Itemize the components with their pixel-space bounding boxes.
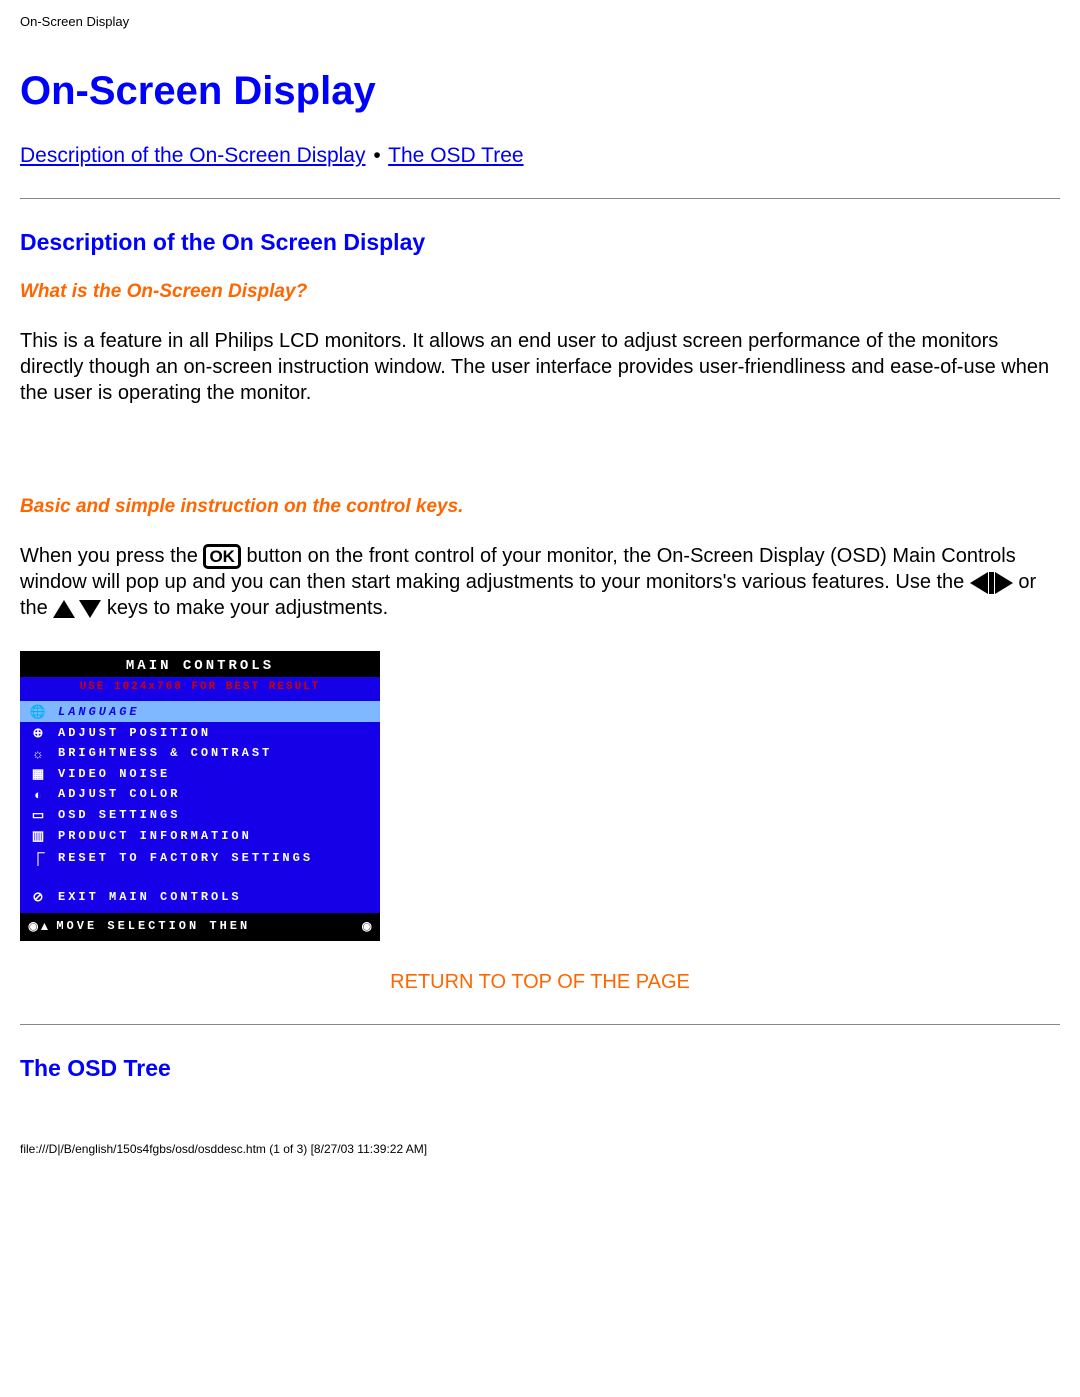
osd-menu-item: ▦VIDEO NOISE — [20, 763, 380, 784]
osd-footer-end-icon: ◉ — [362, 919, 372, 933]
page-title: On-Screen Display — [20, 69, 1060, 114]
section-osd-tree-heading: The OSD Tree — [20, 1055, 1060, 1082]
osd-menu-item: ⊕ADJUST POSITION — [20, 722, 380, 743]
left-right-arrows-icon — [970, 572, 1013, 594]
osd-footer: ◉▲ MOVE SELECTION THEN ◉ — [20, 913, 380, 939]
osd-item-icon: ☼ — [28, 746, 48, 761]
osd-item-label: ADJUST COLOR — [48, 787, 180, 801]
return-to-top-link[interactable]: RETURN TO TOP OF THE PAGE — [390, 971, 690, 993]
header-small-title: On-Screen Display — [20, 14, 1060, 29]
osd-resolution-hint: USE 1024x768 FOR BEST RESULT — [20, 677, 380, 701]
footer-file-path: file:///D|/B/english/150s4fgbs/osd/osdde… — [20, 1142, 1060, 1156]
ok-button-icon: OK — [203, 544, 241, 569]
divider — [20, 1024, 1060, 1025]
basic-instruction-body: When you press the OK button on the fron… — [20, 543, 1060, 621]
bullet-separator: • — [371, 144, 382, 167]
osd-footer-text: MOVE SELECTION THEN — [56, 919, 250, 933]
osd-item-icon: ⊕ — [28, 725, 48, 741]
osd-footer-lead-icons: ◉▲ — [28, 919, 50, 933]
basic-instruction-heading: Basic and simple instruction on the cont… — [20, 496, 1060, 518]
osd-item-label: VIDEO NOISE — [48, 767, 170, 781]
osd-exit-label: EXIT MAIN CONTROLS — [48, 890, 242, 904]
osd-item-label: OSD SETTINGS — [48, 808, 180, 822]
osd-item-label: RESET TO FACTORY SETTINGS — [48, 851, 313, 865]
osd-main-controls-panel: MAIN CONTROLS USE 1024x768 FOR BEST RESU… — [20, 651, 380, 941]
osd-title: MAIN CONTROLS — [20, 651, 380, 677]
osd-menu-item: ⎾RESET TO FACTORY SETTINGS — [20, 846, 380, 870]
osd-item-label: LANGUAGE — [48, 705, 140, 719]
osd-menu-item: ◐ADJUST COLOR — [20, 784, 380, 804]
osd-item-icon: 🌐 — [28, 704, 48, 720]
osd-exit-icon: ⊘ — [28, 889, 48, 905]
section-description-heading: Description of the On Screen Display — [20, 229, 1060, 256]
up-down-arrows-icon — [53, 600, 101, 618]
osd-item-icon: ◐ — [28, 787, 48, 802]
osd-item-label: PRODUCT INFORMATION — [48, 829, 252, 843]
osd-menu-item: ▥PRODUCT INFORMATION — [20, 825, 380, 846]
osd-exit-item: ⊘EXIT MAIN CONTROLS — [20, 886, 380, 907]
what-is-osd-body: This is a feature in all Philips LCD mon… — [20, 328, 1060, 406]
osd-menu-item: ☼BRIGHTNESS & CONTRAST — [20, 743, 380, 763]
osd-item-label: ADJUST POSITION — [48, 726, 211, 740]
text-part-1: When you press the — [20, 545, 203, 567]
osd-menu-item: 🌐LANGUAGE — [20, 701, 380, 722]
osd-item-icon: ⎾ — [28, 849, 48, 868]
osd-item-icon: ▦ — [28, 766, 48, 782]
divider — [20, 198, 1060, 199]
return-to-top-wrapper: RETURN TO TOP OF THE PAGE — [20, 971, 1060, 994]
anchor-nav: Description of the On-Screen Display • T… — [20, 144, 1060, 168]
osd-menu-body: 🌐LANGUAGE⊕ADJUST POSITION☼BRIGHTNESS & C… — [20, 701, 380, 913]
osd-item-icon: ▭ — [28, 807, 48, 823]
osd-gap — [20, 870, 380, 886]
osd-menu-item: ▭OSD SETTINGS — [20, 804, 380, 825]
osd-item-label: BRIGHTNESS & CONTRAST — [48, 746, 272, 760]
osd-item-icon: ▥ — [28, 828, 48, 844]
what-is-osd-heading: What is the On-Screen Display? — [20, 281, 1060, 303]
link-description[interactable]: Description of the On-Screen Display — [20, 144, 366, 167]
link-osd-tree[interactable]: The OSD Tree — [388, 144, 523, 167]
text-part-4: keys to make your adjustments. — [107, 597, 388, 619]
